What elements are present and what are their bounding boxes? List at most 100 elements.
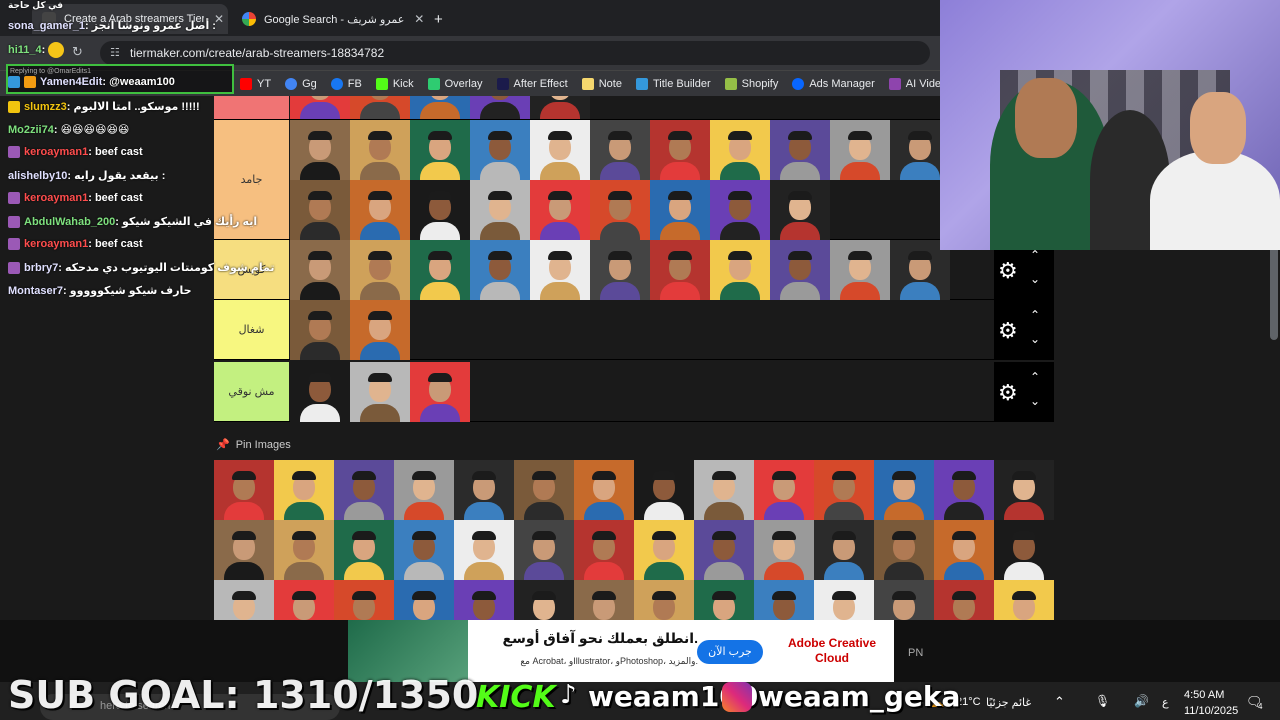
tier-image[interactable] bbox=[770, 120, 830, 180]
tier-image[interactable] bbox=[470, 180, 530, 240]
tier-image[interactable] bbox=[710, 120, 770, 180]
new-tab-button[interactable]: + bbox=[434, 6, 443, 32]
tier-image[interactable] bbox=[410, 240, 470, 300]
bookmark-yt[interactable]: YT bbox=[240, 77, 271, 90]
pool-image[interactable] bbox=[754, 520, 814, 580]
tier-label[interactable]: مش نوقي bbox=[214, 362, 289, 421]
tier-image[interactable] bbox=[530, 96, 590, 119]
move-down-icon[interactable]: ⌄ bbox=[1030, 272, 1040, 286]
clock-time[interactable]: 4:50 AM bbox=[1184, 689, 1224, 701]
tier-image[interactable] bbox=[590, 180, 650, 240]
pool-image[interactable] bbox=[694, 520, 754, 580]
tier-image[interactable] bbox=[470, 120, 530, 180]
volume-icon[interactable]: 🔊 bbox=[1134, 694, 1149, 708]
tier-image[interactable] bbox=[290, 120, 350, 180]
pool-image[interactable] bbox=[454, 520, 514, 580]
tier-image[interactable] bbox=[470, 240, 530, 300]
pool-image[interactable] bbox=[994, 460, 1054, 520]
tier-image[interactable] bbox=[710, 180, 770, 240]
ad-try-now-button[interactable]: جرب الآن bbox=[697, 640, 763, 664]
bookmark-fb[interactable]: FB bbox=[330, 77, 362, 90]
tier-image[interactable] bbox=[290, 240, 350, 300]
bookmark-note[interactable]: Note bbox=[581, 77, 622, 90]
bookmark-title-builder[interactable]: Title Builder bbox=[635, 77, 711, 90]
move-up-icon[interactable]: ⌃ bbox=[1030, 308, 1040, 322]
tier-image[interactable] bbox=[410, 180, 470, 240]
move-down-icon[interactable]: ⌄ bbox=[1030, 394, 1040, 408]
tier-image[interactable] bbox=[350, 362, 410, 422]
tier-settings-icon[interactable]: ⚙ bbox=[998, 318, 1018, 344]
pool-image[interactable] bbox=[454, 460, 514, 520]
pool-image[interactable] bbox=[814, 460, 874, 520]
move-up-icon[interactable]: ⌃ bbox=[1030, 370, 1040, 384]
tier-image[interactable] bbox=[410, 362, 470, 422]
tier-image[interactable] bbox=[410, 120, 470, 180]
tier-image[interactable] bbox=[650, 240, 710, 300]
tier-image[interactable] bbox=[350, 120, 410, 180]
pool-image[interactable] bbox=[274, 520, 334, 580]
pool-image[interactable] bbox=[994, 520, 1054, 580]
tier-image[interactable] bbox=[650, 120, 710, 180]
bookmark-ai-video[interactable]: AI Video bbox=[888, 77, 947, 90]
tier-image[interactable] bbox=[530, 240, 590, 300]
tier-image[interactable] bbox=[830, 120, 890, 180]
tier-image[interactable] bbox=[530, 180, 590, 240]
tier-image[interactable] bbox=[290, 180, 350, 240]
bookmark-gg[interactable]: Gg bbox=[285, 77, 317, 90]
pool-image[interactable] bbox=[694, 460, 754, 520]
pool-image[interactable] bbox=[634, 520, 694, 580]
tier-image[interactable] bbox=[590, 240, 650, 300]
pool-image[interactable] bbox=[514, 520, 574, 580]
tier-image[interactable] bbox=[650, 180, 710, 240]
close-tab-icon[interactable]: ✕ bbox=[414, 12, 424, 26]
move-down-icon[interactable]: ⌄ bbox=[1030, 332, 1040, 346]
pool-image[interactable] bbox=[334, 520, 394, 580]
pool-image[interactable] bbox=[394, 460, 454, 520]
tier-image[interactable] bbox=[350, 240, 410, 300]
pool-image[interactable] bbox=[214, 460, 274, 520]
pool-image[interactable] bbox=[274, 460, 334, 520]
tier-image[interactable] bbox=[350, 180, 410, 240]
tier-image[interactable] bbox=[710, 240, 770, 300]
tier-settings-icon[interactable]: ⚙ bbox=[998, 380, 1018, 406]
tray-chevron-icon[interactable]: ⌃ bbox=[1054, 694, 1065, 710]
pool-image[interactable] bbox=[754, 460, 814, 520]
tier-label[interactable] bbox=[214, 96, 289, 119]
tier-image[interactable] bbox=[530, 120, 590, 180]
pool-image[interactable] bbox=[634, 460, 694, 520]
pool-image[interactable] bbox=[574, 460, 634, 520]
pool-image[interactable] bbox=[934, 460, 994, 520]
tab-google-search[interactable]: Google Search - عمرو شريف ✕ bbox=[232, 6, 428, 32]
bookmark-shopify[interactable]: Shopify bbox=[724, 77, 778, 90]
bookmark-overlay[interactable]: Overlay bbox=[427, 77, 483, 90]
tier-image[interactable] bbox=[290, 96, 350, 119]
tier-image[interactable] bbox=[770, 240, 830, 300]
move-up-icon[interactable]: ⌃ bbox=[1030, 248, 1040, 262]
pool-image[interactable] bbox=[514, 460, 574, 520]
pool-image[interactable] bbox=[814, 520, 874, 580]
tier-image[interactable] bbox=[590, 120, 650, 180]
pool-image[interactable] bbox=[214, 520, 274, 580]
pool-image[interactable] bbox=[394, 520, 454, 580]
bookmark-after-effect[interactable]: After Effect bbox=[496, 77, 568, 90]
pool-image[interactable] bbox=[334, 460, 394, 520]
tier-image[interactable] bbox=[290, 300, 350, 360]
pool-image[interactable] bbox=[874, 460, 934, 520]
pool-image[interactable] bbox=[934, 520, 994, 580]
address-bar[interactable]: ☷ tiermaker.com/create/arab-streamers-18… bbox=[100, 41, 930, 65]
tier-image[interactable] bbox=[350, 300, 410, 360]
pool-image[interactable] bbox=[874, 520, 934, 580]
language-indicator[interactable]: ع bbox=[1162, 696, 1169, 709]
bookmark-ads-manager[interactable]: Ads Manager bbox=[792, 77, 875, 90]
tier-label[interactable]: شغال bbox=[214, 300, 289, 359]
tier-settings-icon[interactable]: ⚙ bbox=[998, 258, 1018, 284]
pool-image[interactable] bbox=[574, 520, 634, 580]
tier-image[interactable] bbox=[290, 362, 350, 422]
bookmark-kick[interactable]: Kick bbox=[375, 77, 414, 90]
mic-icon[interactable]: 🎙 bbox=[1095, 694, 1110, 708]
tier-image[interactable] bbox=[410, 96, 470, 119]
tier-image[interactable] bbox=[470, 96, 530, 119]
clock-date[interactable]: 11/10/2025 bbox=[1184, 705, 1238, 717]
tier-image[interactable] bbox=[770, 180, 830, 240]
tier-image[interactable] bbox=[830, 240, 890, 300]
